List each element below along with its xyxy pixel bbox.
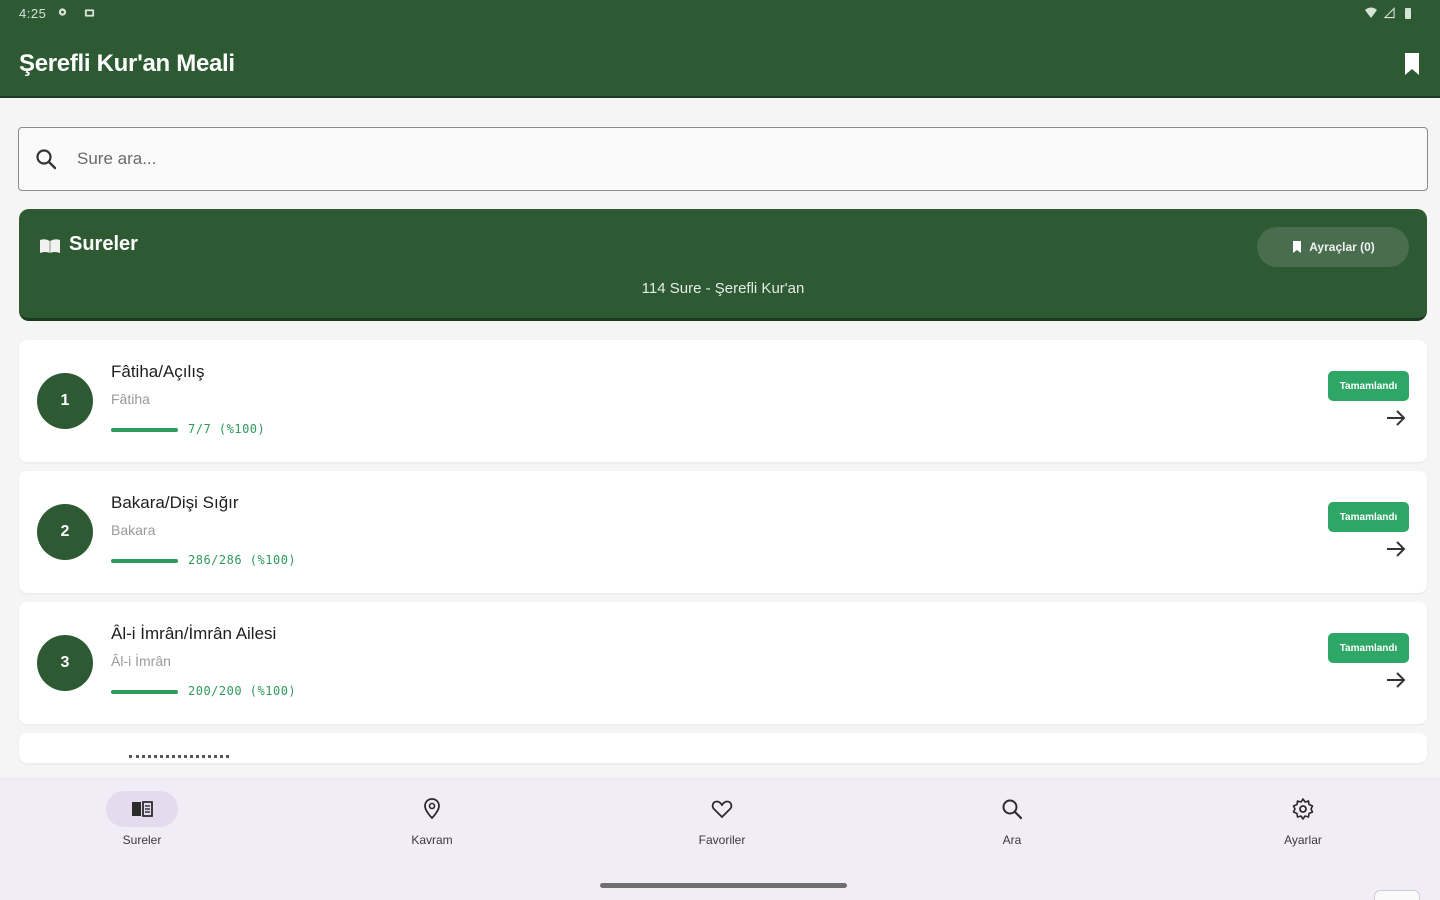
home-indicator[interactable] — [600, 883, 847, 888]
nav-label: Sureler — [122, 833, 162, 847]
status-badge: Tamamlandı — [1328, 502, 1409, 532]
nav-indicator — [1267, 791, 1339, 827]
progress-bar — [111, 428, 178, 432]
surah-original-name: Bakara — [111, 522, 156, 538]
surah-number: 2 — [37, 504, 93, 560]
surah-name: Bakara/Dişi Sığır — [111, 493, 239, 512]
surahs-header-card: Sureler Ayraçlar (0) 114 Sure - Şerefli … — [19, 209, 1427, 321]
nav-label: Ayarlar — [1284, 833, 1322, 847]
bookmarks-button[interactable]: Ayraçlar (0) — [1257, 227, 1409, 267]
search-input[interactable] — [77, 142, 1377, 176]
bookmark-small-icon — [1293, 241, 1302, 253]
nav-item-favoriler[interactable]: Favoriler — [632, 791, 812, 871]
truncated-content — [129, 755, 229, 758]
surah-card[interactable]: 2 Bakara/Dişi Sığır Bakara 286/286 (%100… — [19, 471, 1427, 593]
section-subtitle: 114 Sure - Şerefli Kur'an — [641, 280, 805, 297]
status-badge: Tamamlandı — [1328, 633, 1409, 663]
nav-indicator — [686, 791, 758, 827]
signal-icon — [1384, 7, 1395, 19]
surah-original-name: Âl-i İmrân — [111, 653, 171, 669]
nav-item-ara[interactable]: Ara — [922, 791, 1102, 871]
nav-indicator — [106, 791, 178, 827]
battery-icon — [1405, 8, 1411, 19]
arrow-right-icon[interactable] — [1385, 408, 1407, 428]
progress-text: 286/286 (%100) — [188, 553, 297, 567]
surah-number: 1 — [37, 373, 93, 429]
status-time: 4:25 — [19, 6, 47, 21]
notification-status-icon — [84, 9, 95, 17]
search-bar — [18, 127, 1428, 191]
surah-original-name: Fâtiha — [111, 391, 150, 407]
nav-indicator — [396, 791, 468, 827]
progress-fill — [111, 428, 178, 432]
status-bar: 4:25 — [0, 0, 1440, 28]
arrow-right-icon[interactable] — [1385, 670, 1407, 690]
progress-bar — [111, 559, 178, 563]
book-emoji-icon — [40, 239, 60, 253]
location-status-icon — [58, 8, 67, 16]
search-icon — [1002, 799, 1023, 820]
bookmarks-button-label: Ayraçlar (0) — [1309, 240, 1375, 254]
gear-icon — [1292, 798, 1314, 820]
arrow-right-icon[interactable] — [1385, 539, 1407, 559]
wifi-icon — [1365, 7, 1377, 18]
heart-icon — [711, 800, 733, 819]
location-pin-icon — [424, 798, 440, 820]
progress-fill — [111, 690, 178, 694]
surah-card[interactable]: 1 Fâtiha/Açılış Fâtiha 7/7 (%100) Tamaml… — [19, 340, 1427, 462]
progress-fill — [111, 559, 178, 563]
nav-indicator — [976, 791, 1048, 827]
nav-label: Kavram — [411, 833, 453, 847]
nav-item-sureler[interactable]: Sureler — [52, 791, 232, 871]
progress-text: 200/200 (%100) — [188, 684, 297, 698]
corner-handle — [1374, 890, 1420, 900]
status-badge: Tamamlandı — [1328, 371, 1409, 401]
nav-item-kavram[interactable]: Kavram — [342, 791, 522, 871]
surah-name: Fâtiha/Açılış — [111, 362, 205, 381]
search-icon — [36, 149, 57, 170]
progress-text: 7/7 (%100) — [188, 422, 266, 436]
nav-label: Favoriler — [698, 833, 746, 847]
bottom-navigation: Sureler Kavram Favoriler Ara Ayarlar — [0, 777, 1440, 900]
surah-number: 3 — [37, 635, 93, 691]
book-open-icon — [132, 801, 153, 817]
surah-card[interactable]: 3 Âl-i İmrân/İmrân Ailesi Âl-i İmrân 200… — [19, 602, 1427, 724]
surah-card-partial[interactable] — [19, 733, 1427, 763]
nav-label: Ara — [1002, 833, 1022, 847]
surah-name: Âl-i İmrân/İmrân Ailesi — [111, 624, 277, 643]
app-title: Şerefli Kur'an Meali — [19, 50, 235, 77]
progress-bar — [111, 690, 178, 694]
section-title: Sureler — [69, 233, 138, 255]
bookmark-icon[interactable] — [1402, 52, 1422, 76]
app-bar: Şerefli Kur'an Meali — [0, 28, 1440, 98]
nav-item-ayarlar[interactable]: Ayarlar — [1213, 791, 1393, 871]
